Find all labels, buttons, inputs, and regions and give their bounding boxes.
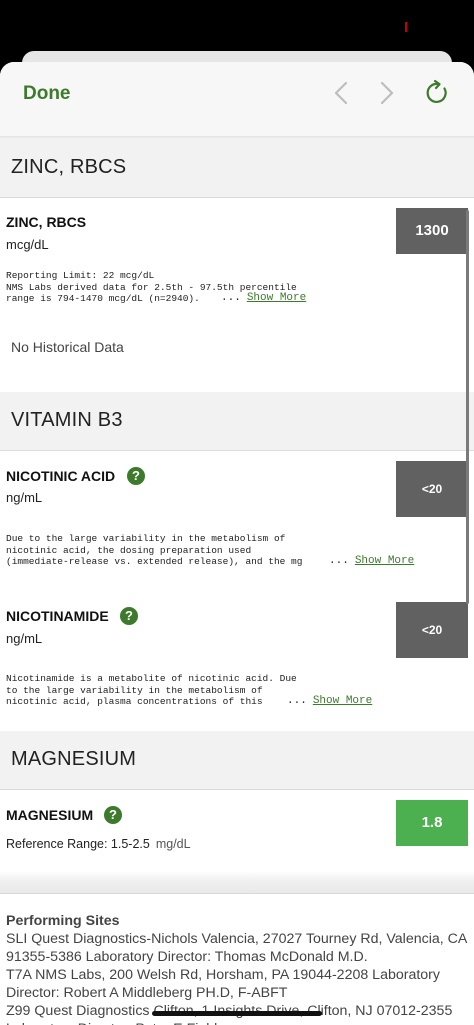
chevron-right-icon[interactable] bbox=[372, 78, 400, 108]
test-unit: ng/mL bbox=[6, 490, 43, 505]
ellipsis: ... bbox=[221, 292, 241, 304]
test-name-nicotinamide: NICOTINAMIDE bbox=[6, 608, 109, 624]
test-name-nicotinic-acid: NICOTINIC ACID bbox=[6, 468, 116, 484]
footer-divider bbox=[0, 871, 474, 894]
show-more-link[interactable]: ... Show More bbox=[221, 292, 306, 304]
test-name-zinc: ZINC, RBCS bbox=[6, 214, 87, 230]
results-sheet: Done ZINC, RBCS ZINC, RBCS mcg/dL 1300 R… bbox=[0, 62, 474, 1025]
reference-range-label: Reference Range: 1.5-2.5 bbox=[6, 837, 150, 851]
show-more-label[interactable]: Show More bbox=[313, 695, 372, 707]
test-name-magnesium: MAGNESIUM bbox=[6, 807, 94, 823]
show-more-label[interactable]: Show More bbox=[355, 555, 414, 567]
test-unit: ng/mL bbox=[6, 631, 43, 646]
section-title: MAGNESIUM bbox=[11, 748, 137, 770]
show-more-link[interactable]: ... Show More bbox=[287, 695, 372, 707]
question-circle-icon[interactable]: ? bbox=[104, 806, 122, 824]
performing-sites-title: Performing Sites bbox=[6, 913, 120, 929]
section-title: VITAMIN B3 bbox=[11, 409, 123, 431]
show-more-label[interactable]: Show More bbox=[247, 292, 306, 304]
result-value-box[interactable]: 1300 bbox=[396, 208, 468, 254]
question-circle-icon[interactable]: ? bbox=[127, 467, 145, 485]
home-indicator[interactable] bbox=[152, 1011, 322, 1016]
done-button[interactable]: Done bbox=[23, 83, 71, 105]
test-note: Nicotinamide is a metabolite of nicotini… bbox=[6, 673, 297, 707]
result-value-box[interactable]: 1.8 bbox=[396, 800, 468, 846]
toolbar: Done bbox=[0, 62, 474, 136]
show-more-link[interactable]: ... Show More bbox=[329, 555, 414, 567]
performing-site: T7A NMS Labs, 200 Welsh Rd, Horsham, PA … bbox=[6, 967, 441, 1001]
chevron-left-icon[interactable] bbox=[328, 78, 356, 108]
result-value-box[interactable]: <20 bbox=[396, 461, 468, 517]
scroll-indicator[interactable] bbox=[466, 210, 469, 604]
performing-site: SLI Quest Diagnostics-Nichols Valencia, … bbox=[6, 931, 467, 965]
reload-icon[interactable] bbox=[424, 78, 452, 108]
result-value-box[interactable]: <20 bbox=[396, 602, 468, 658]
test-note: Due to the large variability in the meta… bbox=[6, 533, 303, 567]
section-header-vitamin-b3: VITAMIN B3 bbox=[0, 392, 474, 451]
test-unit: mcg/dL bbox=[6, 237, 49, 252]
reference-range: Reference Range: 1.5-2.5 mg/dL bbox=[6, 837, 191, 851]
section-header-zinc: ZINC, RBCS bbox=[0, 139, 474, 198]
ellipsis: ... bbox=[329, 555, 349, 567]
performing-sites: Performing Sites SLI Quest Diagnostics-N… bbox=[6, 912, 468, 1025]
reference-range-unit: mg/dL bbox=[155, 837, 191, 851]
question-circle-icon[interactable]: ? bbox=[120, 607, 138, 625]
section-header-magnesium: MAGNESIUM bbox=[0, 731, 474, 790]
ellipsis: ... bbox=[287, 695, 307, 707]
no-history-text: No Historical Data bbox=[11, 339, 124, 355]
section-title: ZINC, RBCS bbox=[11, 156, 127, 178]
status-indicator bbox=[405, 22, 407, 32]
